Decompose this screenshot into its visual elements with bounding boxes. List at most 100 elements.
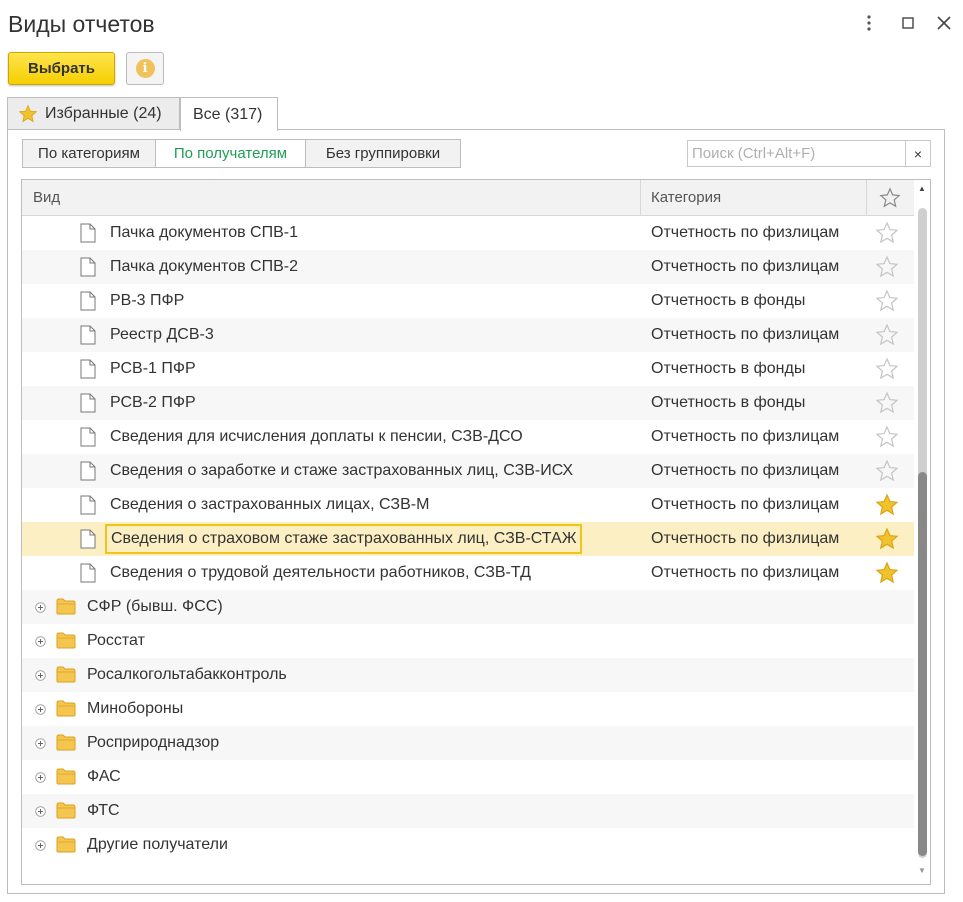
expand-icon[interactable] xyxy=(35,602,46,613)
star-outline-icon[interactable] xyxy=(875,221,899,245)
report-category: Отчетность по физлицам xyxy=(651,326,840,343)
select-button[interactable]: Выбрать xyxy=(8,52,115,85)
expand-icon[interactable] xyxy=(35,738,46,749)
star-outline-icon[interactable] xyxy=(875,459,899,483)
close-icon[interactable] xyxy=(933,12,955,34)
table-row[interactable]: Сведения для исчисления доплаты к пенсии… xyxy=(22,420,914,454)
no-grouping-button[interactable]: Без группировки xyxy=(305,139,461,168)
expand-icon[interactable] xyxy=(35,806,46,817)
column-header-favorite[interactable] xyxy=(867,180,912,215)
tab-all-label: Все (317) xyxy=(193,105,263,123)
table-row[interactable]: Пачка документов СПВ-2 Отчетность по физл… xyxy=(22,250,914,284)
more-options-icon[interactable] xyxy=(858,12,880,34)
report-name: РСВ-2 ПФР xyxy=(110,394,196,411)
document-icon xyxy=(80,291,96,311)
group-row[interactable]: Росприроднадзор xyxy=(22,726,914,760)
table-body: Пачка документов СПВ-1 Отчетность по физл… xyxy=(22,216,914,862)
group-row[interactable]: СФР (бывш. ФСС) xyxy=(22,590,914,624)
table-row[interactable]: РСВ-2 ПФР Отчетность в фонды xyxy=(22,386,914,420)
search-input[interactable] xyxy=(687,140,906,167)
star-filled-icon[interactable] xyxy=(875,493,899,517)
table-header: Вид Категория xyxy=(22,180,914,216)
report-category: Отчетность по физлицам xyxy=(651,530,840,547)
report-category: Отчетность в фонды xyxy=(651,292,806,309)
table-row[interactable]: Сведения о застрахованных лицах, СЗВ-М От… xyxy=(22,488,914,522)
report-name: РСВ-1 ПФР xyxy=(110,360,196,377)
expand-icon[interactable] xyxy=(35,772,46,783)
scroll-down-arrow[interactable]: ▼ xyxy=(918,866,926,875)
group-by-recipient-button[interactable]: По получателям xyxy=(155,139,306,168)
reports-table: Вид Категория Пачка документов СПВ-1 Отче… xyxy=(21,179,931,885)
document-icon xyxy=(80,359,96,379)
report-category: Отчетность в фонды xyxy=(651,360,806,377)
report-name: Сведения о трудовой деятельности работни… xyxy=(110,564,531,581)
document-icon xyxy=(80,563,96,583)
info-icon: i xyxy=(135,59,155,78)
report-category: Отчетность по физлицам xyxy=(651,564,840,581)
document-icon xyxy=(80,495,96,515)
star-icon xyxy=(18,104,38,123)
report-category: Отчетность по физлицам xyxy=(651,258,840,275)
expand-icon[interactable] xyxy=(35,670,46,681)
report-category: Отчетность по физлицам xyxy=(651,428,840,445)
folder-icon xyxy=(56,802,76,819)
maximize-icon[interactable] xyxy=(897,12,919,34)
column-header-name[interactable]: Вид xyxy=(22,180,641,215)
star-outline-icon xyxy=(878,186,901,207)
document-icon xyxy=(80,393,96,413)
group-name: ФАС xyxy=(87,768,121,785)
tab-favorites-label: Избранные (24) xyxy=(45,105,162,122)
star-filled-icon[interactable] xyxy=(875,527,899,551)
star-outline-icon[interactable] xyxy=(875,289,899,313)
star-outline-icon[interactable] xyxy=(875,357,899,381)
table-row[interactable]: РВ-3 ПФР Отчетность в фонды xyxy=(22,284,914,318)
table-row[interactable]: Сведения о заработке и стаже застрахован… xyxy=(22,454,914,488)
folder-icon xyxy=(56,836,76,853)
column-header-category[interactable]: Категория xyxy=(641,180,867,215)
document-icon xyxy=(80,461,96,481)
tab-all[interactable]: Все (317) xyxy=(180,97,278,131)
group-name: Росстат xyxy=(87,632,145,649)
group-row[interactable]: ФАС xyxy=(22,760,914,794)
table-row[interactable]: Пачка документов СПВ-1 Отчетность по физл… xyxy=(22,216,914,250)
star-outline-icon[interactable] xyxy=(875,391,899,415)
tab-favorites[interactable]: Избранные (24) xyxy=(7,97,180,130)
star-outline-icon[interactable] xyxy=(875,425,899,449)
report-name: Сведения о застрахованных лицах, СЗВ-М xyxy=(110,496,430,513)
document-icon xyxy=(80,325,96,345)
table-row[interactable]: Сведения о трудовой деятельности работни… xyxy=(22,556,914,590)
report-category: Отчетность в фонды xyxy=(651,394,806,411)
report-name: Реестр ДСВ-3 xyxy=(110,326,214,343)
expand-icon[interactable] xyxy=(35,840,46,851)
report-name: Сведения о страховом стаже застрахованны… xyxy=(105,524,583,554)
group-row[interactable]: Минобороны xyxy=(22,692,914,726)
star-outline-icon[interactable] xyxy=(875,255,899,279)
table-row[interactable]: Реестр ДСВ-3 Отчетность по физлицам xyxy=(22,318,914,352)
group-name: Росалкогольтабакконтроль xyxy=(87,666,287,683)
folder-icon xyxy=(56,666,76,683)
report-category: Отчетность по физлицам xyxy=(651,224,840,241)
document-icon xyxy=(80,223,96,243)
group-by-category-button[interactable]: По категориям xyxy=(22,139,156,168)
group-name: Росприроднадзор xyxy=(87,734,220,751)
group-name: Минобороны xyxy=(87,700,184,717)
group-row[interactable]: ФТС xyxy=(22,794,914,828)
report-name: Пачка документов СПВ-2 xyxy=(110,258,298,275)
expand-icon[interactable] xyxy=(35,636,46,647)
table-row[interactable]: Сведения о страховом стаже застрахованны… xyxy=(22,522,914,556)
window-title: Виды отчетов xyxy=(8,11,155,37)
group-row[interactable]: Росалкогольтабакконтроль xyxy=(22,658,914,692)
group-name: Другие получатели xyxy=(87,836,228,853)
scroll-up-arrow[interactable]: ▲ xyxy=(918,184,926,193)
info-button[interactable]: i xyxy=(126,52,164,85)
search-clear-button[interactable]: × xyxy=(905,140,931,167)
star-filled-icon[interactable] xyxy=(875,561,899,585)
report-name: Пачка документов СПВ-1 xyxy=(110,224,298,241)
group-row[interactable]: Росстат xyxy=(22,624,914,658)
table-row[interactable]: РСВ-1 ПФР Отчетность в фонды xyxy=(22,352,914,386)
star-outline-icon[interactable] xyxy=(875,323,899,347)
scrollbar-thumb[interactable] xyxy=(918,472,927,856)
group-name: ФТС xyxy=(87,802,120,819)
group-row[interactable]: Другие получатели xyxy=(22,828,914,862)
expand-icon[interactable] xyxy=(35,704,46,715)
